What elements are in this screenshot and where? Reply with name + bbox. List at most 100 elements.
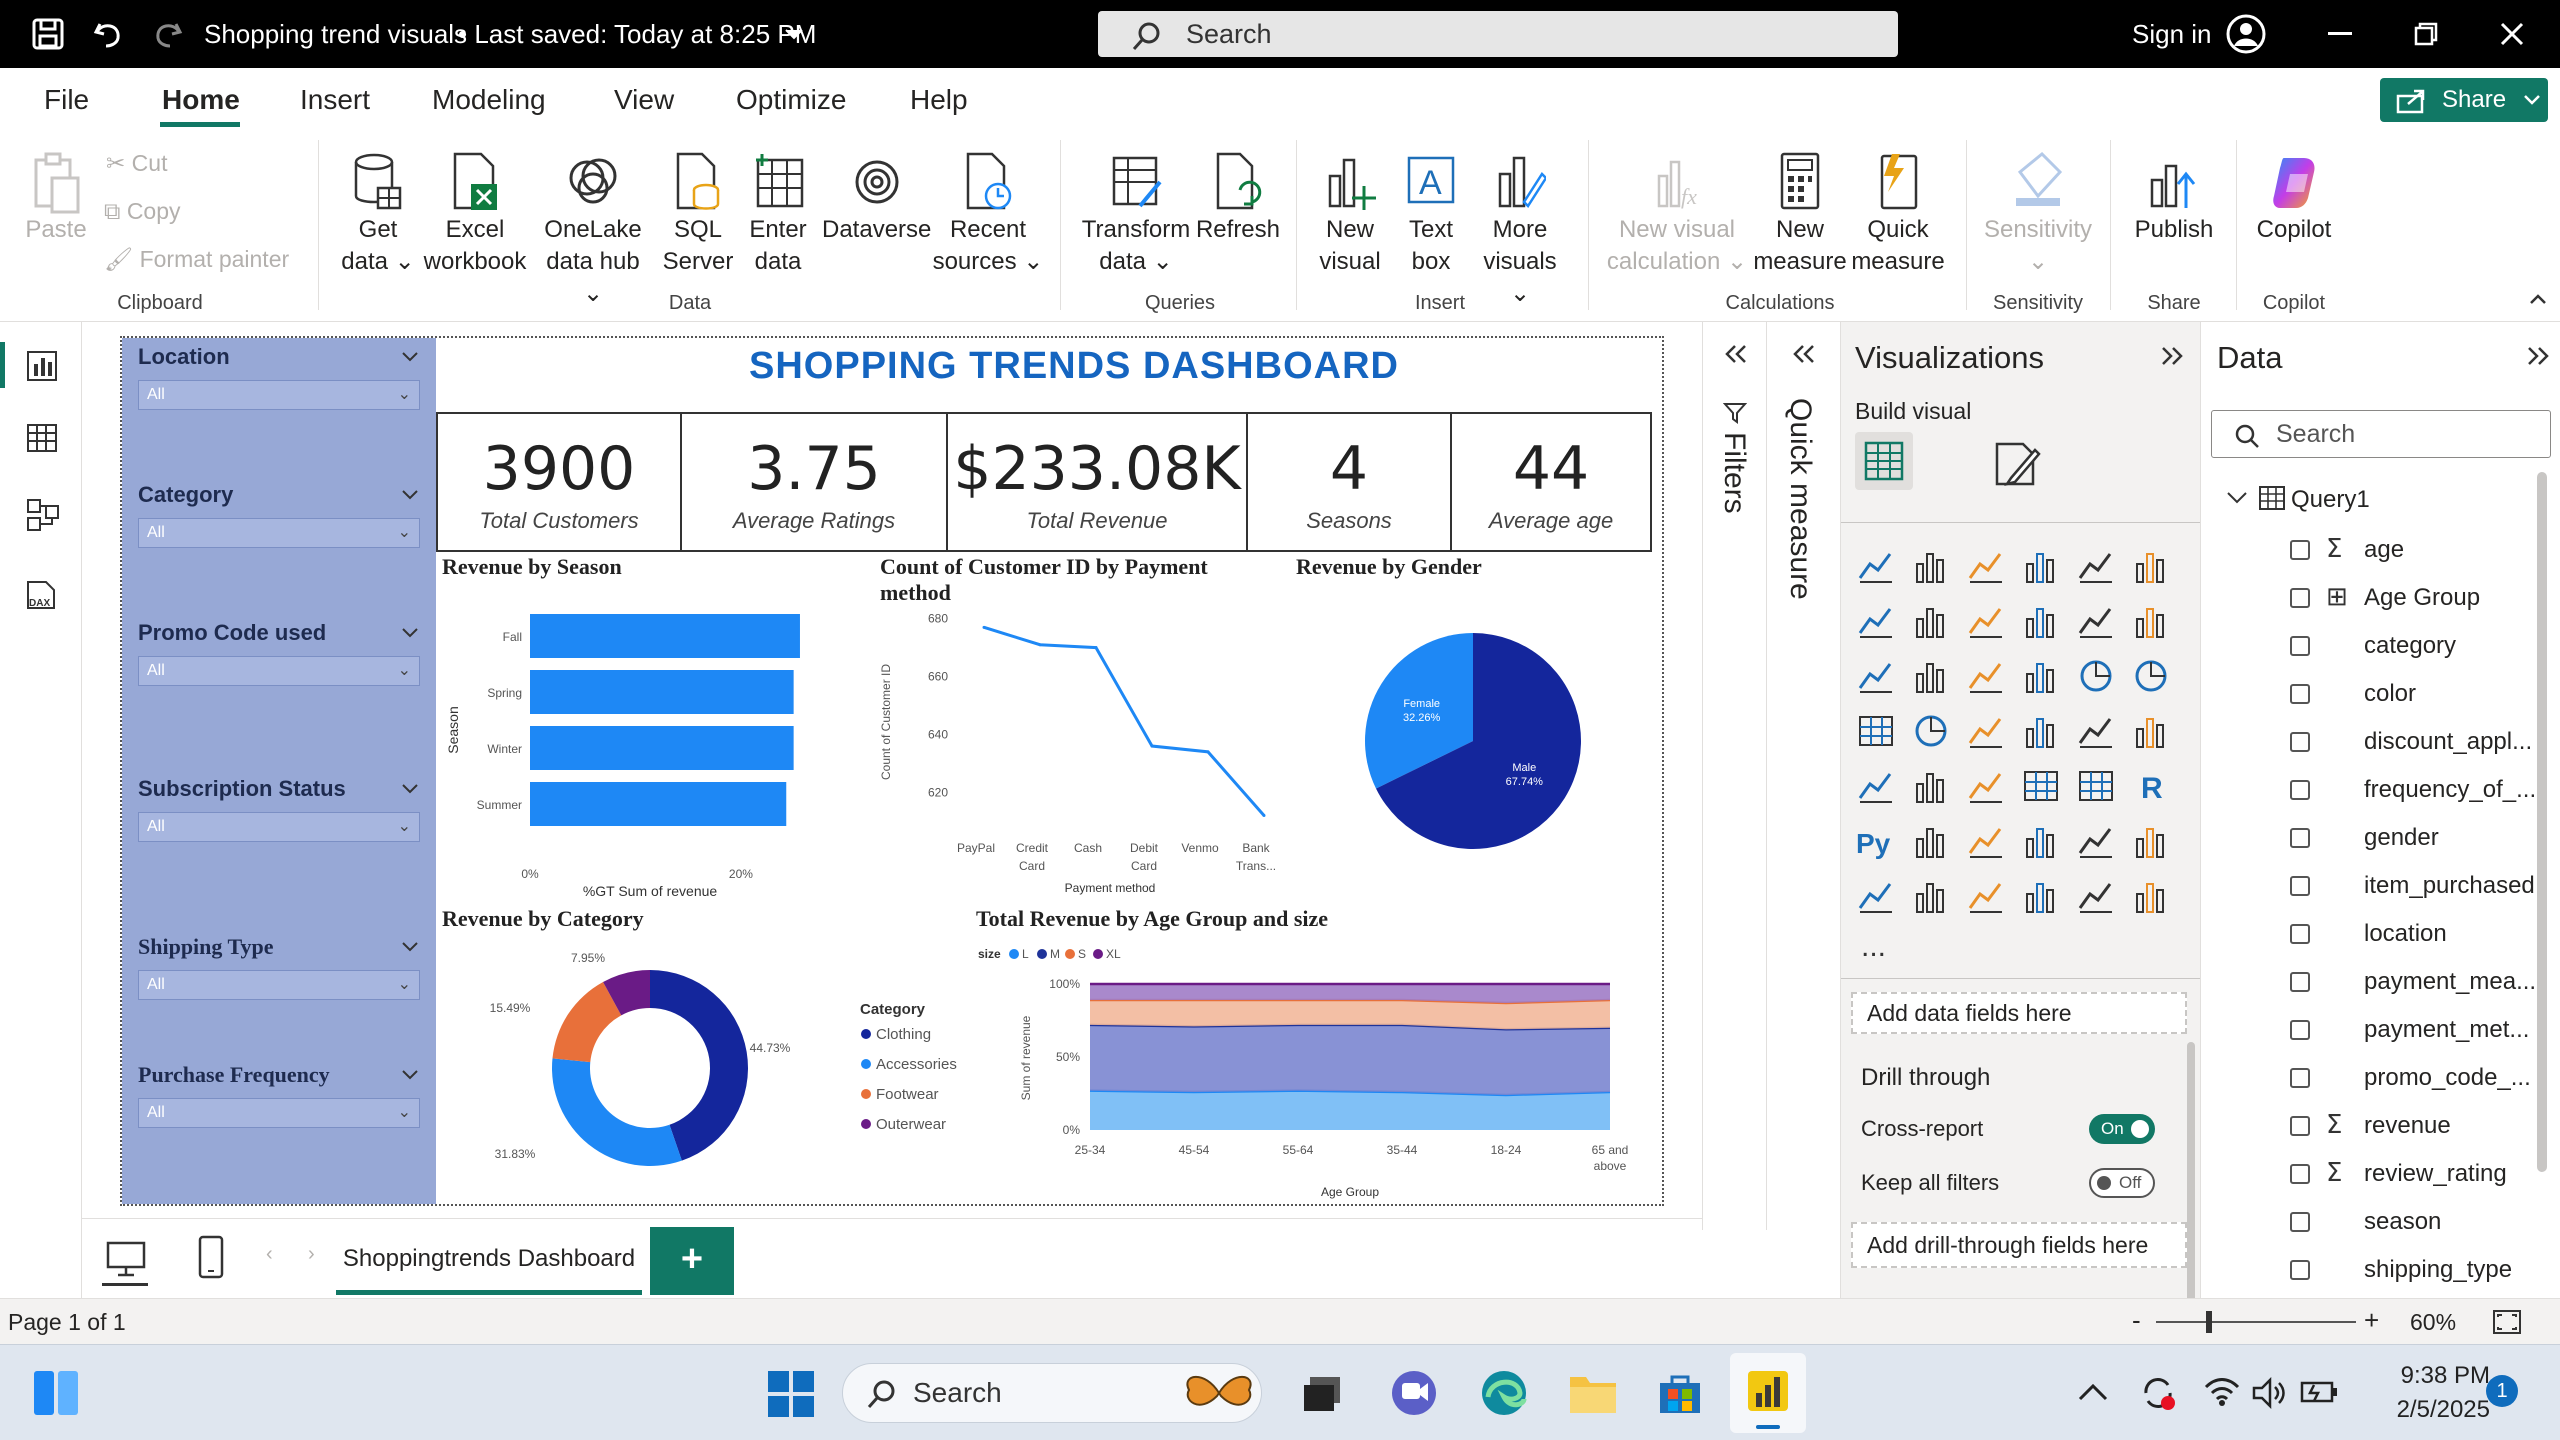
100-column-icon[interactable] — [2131, 546, 2171, 586]
revenue-by-gender-chart[interactable]: Female 32.26% Male 67.74% — [1300, 590, 1660, 890]
zoom-out-button[interactable]: - — [2132, 1305, 2141, 1336]
edge-icon[interactable] — [1480, 1369, 1528, 1417]
quick-measure-pane-collapsed[interactable]: Quick measure — [1766, 322, 1840, 1230]
collapse-ribbon-icon[interactable] — [2530, 294, 2546, 304]
text-box-button[interactable]: A Text box — [1394, 152, 1468, 278]
fit-to-page-icon[interactable] — [2492, 1309, 2522, 1335]
wifi-icon[interactable] — [2204, 1375, 2240, 1407]
field-name[interactable]: payment_met... — [2364, 1016, 2529, 1044]
zoom-slider-track[interactable] — [2156, 1321, 2356, 1323]
r-visual-icon[interactable]: R — [2131, 766, 2171, 806]
field-name[interactable]: item_purchased — [2364, 872, 2535, 900]
narrative-2-icon[interactable] — [1966, 876, 2006, 916]
matrix-icon[interactable] — [2076, 766, 2116, 806]
field-name[interactable]: promo_code_... — [2364, 1064, 2531, 1092]
publish-button[interactable]: Publish — [2124, 152, 2224, 246]
qa-icon[interactable] — [2021, 821, 2061, 861]
field-name[interactable]: shipping_type — [2364, 1256, 2512, 1284]
collapse-icon[interactable] — [2527, 346, 2551, 366]
keep-filters-toggle[interactable]: Off — [2089, 1168, 2155, 1198]
sign-in-link[interactable]: Sign in — [2132, 0, 2212, 68]
page-tab[interactable]: Shoppingtrends Dashboard — [336, 1227, 642, 1295]
new-measure-button[interactable]: New measure — [1752, 152, 1848, 278]
power-automate-icon[interactable] — [2076, 876, 2116, 916]
field-checkbox[interactable] — [2290, 1020, 2310, 1040]
expand-icon[interactable] — [1791, 344, 1815, 364]
revenue-by-category-chart[interactable]: 44.73% 31.83% 15.49% 7.95% Category Clothing A… — [440, 940, 1000, 1200]
pie-icon[interactable] — [2076, 656, 2116, 696]
notification-badge[interactable]: 1 — [2486, 1375, 2518, 1407]
chevron-down-icon[interactable] — [402, 490, 418, 500]
field-checkbox[interactable] — [2290, 1260, 2310, 1280]
sync-icon[interactable] — [2140, 1375, 2176, 1411]
clustered-column-icon[interactable] — [2021, 546, 2061, 586]
field-checkbox[interactable] — [2290, 732, 2310, 752]
minimize-icon[interactable] — [2328, 32, 2352, 36]
paginated-icon[interactable] — [2131, 821, 2171, 861]
onelake-button[interactable]: OneLake data hub ⌄ — [534, 152, 652, 310]
clustered-bar-icon[interactable] — [1966, 546, 2006, 586]
scatter-col-icon[interactable] — [1911, 656, 1951, 696]
menu-home[interactable]: Home — [162, 84, 240, 116]
field-checkbox[interactable] — [2290, 540, 2310, 560]
volume-icon[interactable] — [2252, 1377, 2286, 1409]
kpi-card[interactable]: 44 Average age — [1450, 412, 1652, 552]
decomposition-tree-icon[interactable] — [1966, 821, 2006, 861]
quick-measure-button[interactable]: Quick measure — [1848, 152, 1948, 278]
kpi-card[interactable]: 3.75 Average Ratings — [680, 412, 948, 552]
cross-report-toggle[interactable]: On — [2089, 1114, 2155, 1144]
sensitivity-button[interactable]: Sensitivity ⌄ — [1978, 152, 2098, 278]
slicer-icon[interactable] — [1966, 766, 2006, 806]
field-checkbox[interactable] — [2290, 1212, 2310, 1232]
kpi-icon[interactable] — [1911, 766, 1951, 806]
scrollbar[interactable] — [2187, 1042, 2195, 1302]
smart-narrative-icon[interactable] — [2076, 821, 2116, 861]
funnel-icon[interactable] — [1966, 656, 2006, 696]
slicer-dropdown[interactable]: All ⌄ — [138, 1098, 420, 1128]
donut-icon[interactable] — [2131, 656, 2171, 696]
menu-file[interactable]: File — [44, 84, 89, 116]
area-icon[interactable] — [1911, 601, 1951, 641]
100-bar-icon[interactable] — [2076, 546, 2116, 586]
more-visual-icon[interactable] — [2131, 876, 2171, 916]
table-query1[interactable]: Query1 — [2291, 486, 2370, 514]
field-name[interactable]: season — [2364, 1208, 2441, 1236]
field-checkbox[interactable] — [2290, 828, 2310, 848]
desktop-layout-icon[interactable] — [106, 1241, 146, 1277]
card-new-icon[interactable] — [1911, 876, 1951, 916]
zoom-in-button[interactable]: + — [2364, 1305, 2379, 1336]
kpi-card[interactable]: 4 Seasons — [1246, 412, 1452, 552]
card-icon[interactable] — [2131, 711, 2171, 751]
chevron-down-icon[interactable] — [402, 352, 418, 362]
field-checkbox[interactable] — [2290, 924, 2310, 944]
chevron-down-icon[interactable] — [402, 784, 418, 794]
transform-data-button[interactable]: Transform data ⌄ — [1074, 152, 1198, 278]
menu-modeling[interactable]: Modeling — [432, 84, 546, 116]
field-checkbox[interactable] — [2290, 588, 2310, 608]
scatter-icon[interactable] — [2021, 656, 2061, 696]
field-name[interactable]: age — [2364, 536, 2404, 564]
field-name[interactable]: review_rating — [2364, 1160, 2507, 1188]
field-checkbox[interactable] — [2290, 636, 2310, 656]
chevron-down-icon[interactable] — [402, 1070, 418, 1080]
expand-icon[interactable] — [1723, 344, 1747, 364]
key-influencers-icon[interactable] — [1911, 821, 1951, 861]
line-clustered-icon[interactable] — [1856, 656, 1896, 696]
get-data-button[interactable]: Get data ⌄ — [330, 152, 426, 278]
field-name[interactable]: location — [2364, 920, 2447, 948]
field-checkbox[interactable] — [2290, 876, 2310, 896]
next-page-arrow[interactable]: › — [308, 1243, 315, 1266]
menu-view[interactable]: View — [614, 84, 674, 116]
format-visual-icon[interactable] — [1993, 440, 2041, 488]
add-data-fields-well[interactable]: Add data fields here — [1851, 992, 2187, 1034]
python-visual-icon[interactable]: Py — [1856, 821, 1896, 861]
menu-help[interactable]: Help — [910, 84, 968, 116]
clock[interactable]: 9:38 PM 2/5/2025 — [2360, 1359, 2490, 1427]
field-checkbox[interactable] — [2290, 780, 2310, 800]
model-view-icon[interactable] — [26, 498, 60, 532]
slicer-dropdown[interactable]: All ⌄ — [138, 518, 420, 548]
battery-icon[interactable] — [2300, 1377, 2340, 1407]
field-name[interactable]: discount_appl... — [2364, 728, 2532, 756]
field-name[interactable]: gender — [2364, 824, 2439, 852]
widgets-icon[interactable] — [32, 1369, 80, 1417]
